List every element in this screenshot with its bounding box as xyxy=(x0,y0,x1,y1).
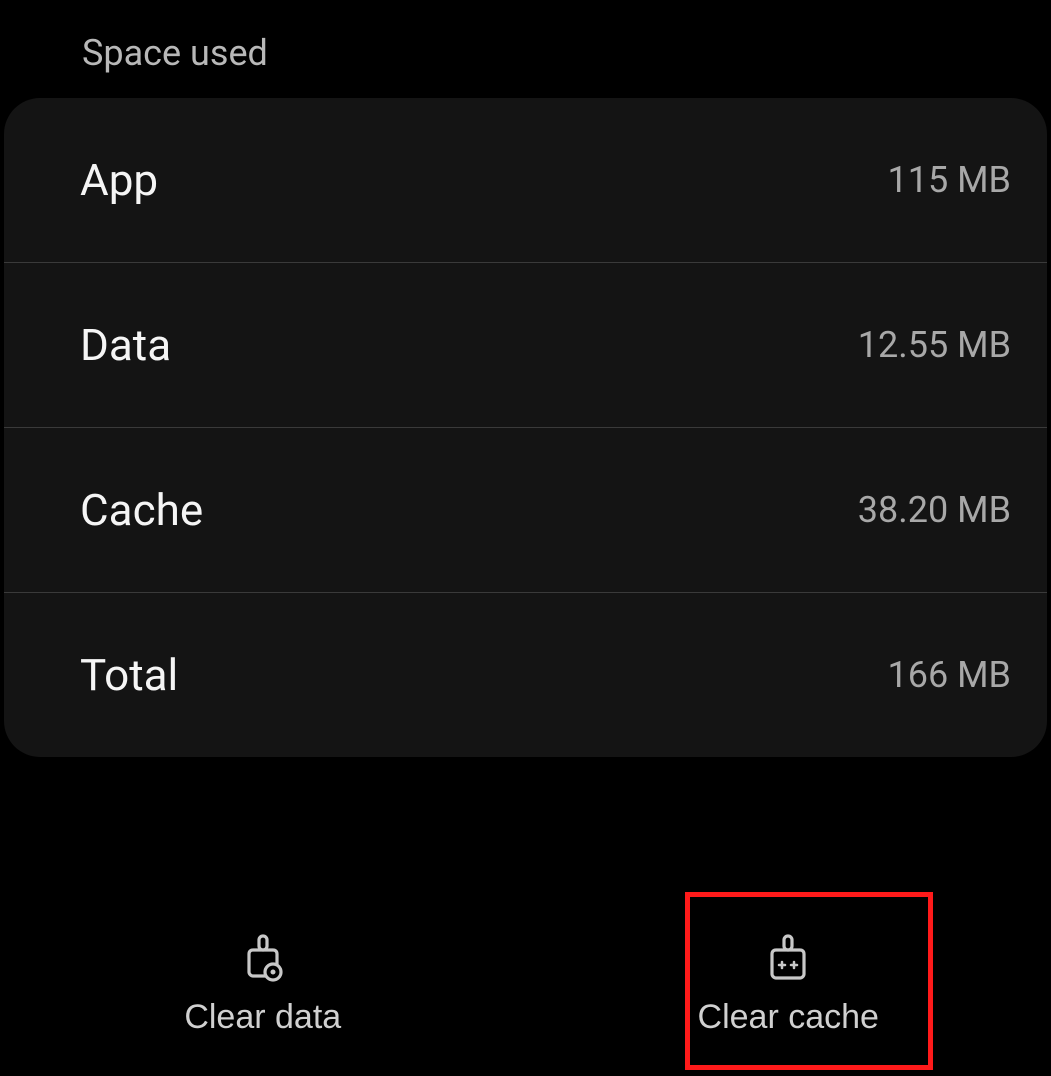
row-app-value: 115 MB xyxy=(888,159,1012,201)
row-data-value: 12.55 MB xyxy=(858,324,1011,366)
bottom-action-bar: Clear data Clear cache xyxy=(0,891,1051,1076)
row-cache-label: Cache xyxy=(80,484,203,536)
broom-sparkle-icon xyxy=(760,930,816,986)
storage-card: App 115 MB Data 12.55 MB Cache 38.20 MB … xyxy=(4,98,1047,757)
row-cache-value: 38.20 MB xyxy=(858,489,1011,531)
broom-data-icon xyxy=(235,930,291,986)
row-app-label: App xyxy=(80,154,158,206)
section-header: Space used xyxy=(0,0,1051,98)
row-total-value: 166 MB xyxy=(888,654,1012,696)
row-total-label: Total xyxy=(80,649,178,701)
row-app: App 115 MB xyxy=(4,98,1047,263)
row-data: Data 12.55 MB xyxy=(4,263,1047,428)
row-total: Total 166 MB xyxy=(4,593,1047,757)
clear-cache-button[interactable]: Clear cache xyxy=(526,891,1051,1076)
clear-cache-label: Clear cache xyxy=(698,998,879,1037)
row-cache: Cache 38.20 MB xyxy=(4,428,1047,593)
clear-data-label: Clear data xyxy=(184,998,341,1037)
row-data-label: Data xyxy=(80,319,171,371)
clear-data-button[interactable]: Clear data xyxy=(0,891,526,1076)
